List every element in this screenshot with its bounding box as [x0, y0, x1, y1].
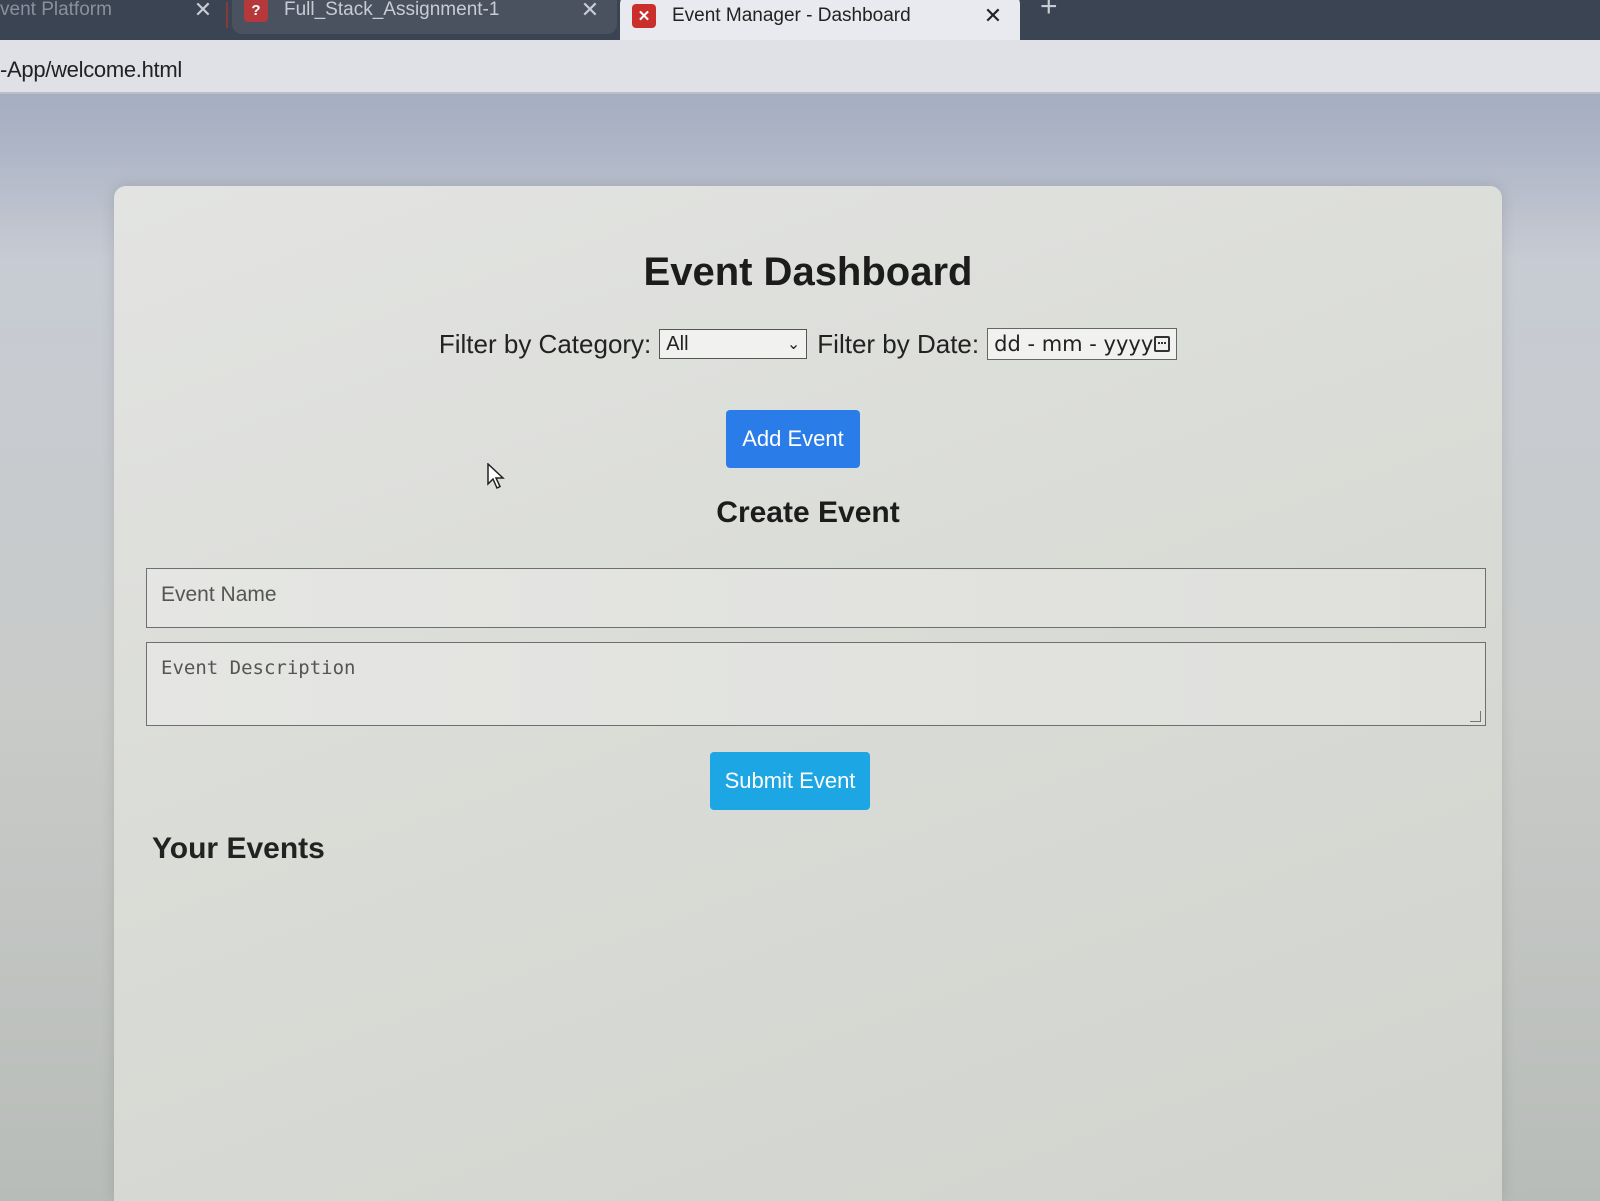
close-icon[interactable]: ✕ [190, 0, 216, 23]
new-tab-icon[interactable]: + [1040, 0, 1058, 24]
tab-title: vent Platform [0, 0, 112, 20]
close-icon[interactable]: ✕ [577, 0, 603, 23]
mouse-cursor-icon [487, 463, 505, 490]
date-filter-label: Filter by Date: [817, 328, 980, 359]
event-name-input[interactable]: Event Name [146, 568, 1486, 628]
event-description-placeholder: Event Description [161, 657, 356, 679]
date-filter-input[interactable]: dd - mm - yyyy [987, 328, 1178, 360]
your-events-heading: Your Events [152, 832, 325, 865]
dashboard-card: Event Dashboard Filter by Category: All … [114, 186, 1502, 1201]
browser-tab-strip: vent Platform ✕ ? Full_Stack_Assignment-… [0, 0, 1600, 40]
category-select[interactable]: All ⌄ [659, 329, 808, 359]
add-event-button[interactable]: Add Event [726, 410, 860, 468]
chevron-down-icon: ⌄ [786, 336, 801, 353]
document-icon: ? [244, 0, 268, 22]
tab-title: Event Manager - Dashboard [672, 5, 911, 26]
page-title: Event Dashboard [643, 250, 973, 294]
event-description-textarea[interactable]: Event Description [146, 642, 1486, 726]
tab-event-platform[interactable]: vent Platform ✕ [0, 0, 230, 34]
address-bar[interactable]: -App/welcome.html [0, 40, 1600, 94]
tab-full-stack-assignment[interactable]: ? Full_Stack_Assignment-1 ✕ [232, 0, 617, 34]
category-select-value: All [666, 332, 689, 355]
url-text[interactable]: -App/welcome.html [0, 57, 182, 83]
category-filter-label: Filter by Category: [438, 328, 652, 359]
event-name-placeholder: Event Name [161, 583, 277, 606]
resize-handle[interactable] [1470, 711, 1481, 722]
filter-bar: Filter by Category: All ⌄ Filter by Date… [114, 328, 1502, 360]
tab-title: Full_Stack_Assignment-1 [284, 0, 500, 20]
tab-separator [226, 2, 228, 28]
tab-event-manager-dashboard[interactable]: ✕ Event Manager - Dashboard ✕ [620, 0, 1020, 40]
submit-event-button[interactable]: Submit Event [710, 752, 870, 810]
create-event-heading: Create Event [716, 496, 900, 529]
calendar-icon[interactable] [1154, 336, 1171, 352]
date-placeholder: dd - mm - yyyy [994, 332, 1154, 356]
app-icon: ✕ [632, 4, 656, 28]
close-icon[interactable]: ✕ [980, 3, 1006, 29]
